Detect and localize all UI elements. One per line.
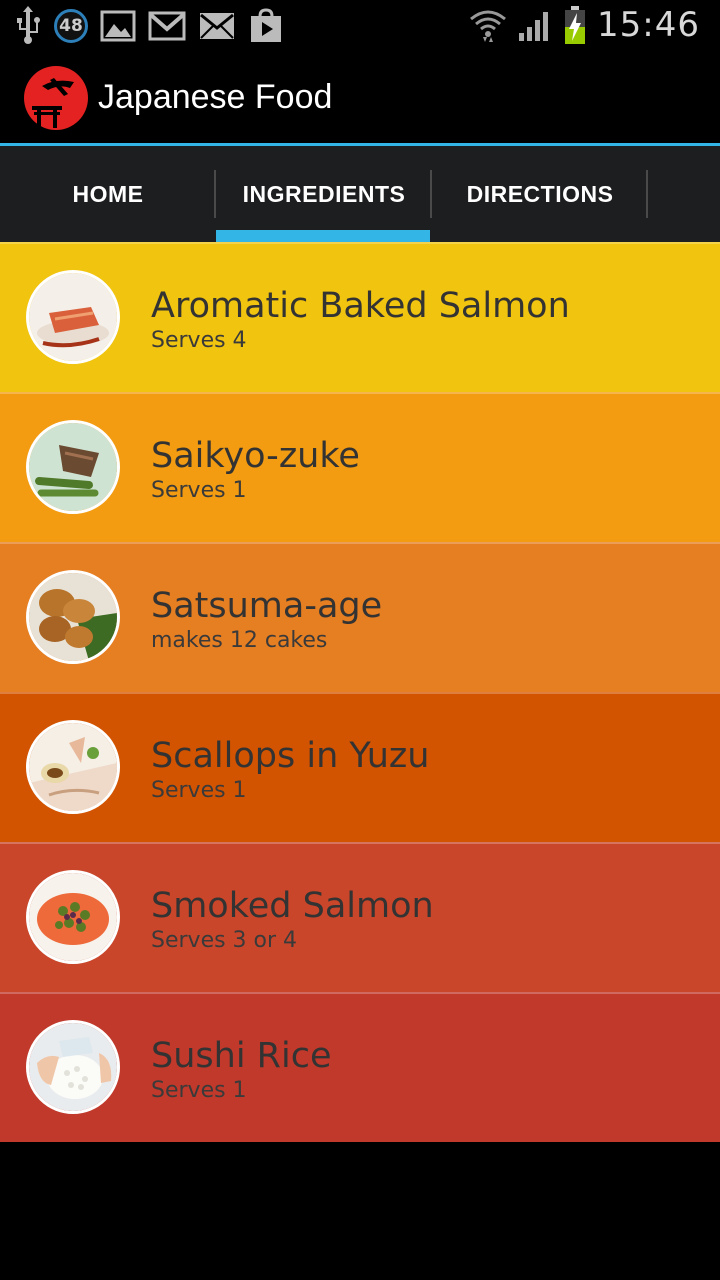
recipe-serves: Serves 1 (151, 778, 247, 803)
signal-icon (517, 7, 553, 43)
play-store-icon (248, 8, 284, 44)
mail-icon (198, 11, 236, 41)
tab-home[interactable]: HOME (0, 146, 216, 242)
recipe-serves: Serves 3 or 4 (151, 928, 298, 953)
notification-icons: 48 (14, 6, 284, 46)
recipe-row-satsuma-age[interactable]: Satsuma-age makes 12 cakes (0, 542, 720, 692)
recipe-thumbnail (26, 1020, 120, 1114)
recipe-serves: Serves 1 (151, 1078, 247, 1103)
recipe-title: Saikyo-zuke (151, 436, 360, 476)
recipe-serves: makes 12 cakes (151, 628, 328, 653)
clock: 15:46 (597, 5, 700, 45)
gmail-icon (148, 11, 186, 41)
recipe-list: Aromatic Baked Salmon Serves 4 Saikyo-zu… (0, 242, 720, 1142)
tab-divider (646, 170, 648, 218)
recipe-title: Satsuma-age (151, 586, 383, 626)
system-icons: 15:46 (469, 4, 700, 46)
badge-48-icon: 48 (54, 9, 88, 43)
recipe-title: Scallops in Yuzu (151, 736, 430, 776)
app-title: Japanese Food (98, 78, 333, 116)
action-bar: Japanese Food (0, 50, 720, 143)
wifi-icon (469, 7, 507, 43)
image-icon (100, 10, 136, 42)
status-bar: 48 15:46 (0, 0, 720, 50)
recipe-thumbnail (26, 870, 120, 964)
recipe-thumbnail (26, 420, 120, 514)
recipe-title: Sushi Rice (151, 1036, 332, 1076)
recipe-row-scallops-in-yuzu[interactable]: Scallops in Yuzu Serves 1 (0, 692, 720, 842)
recipe-row-aromatic-baked-salmon[interactable]: Aromatic Baked Salmon Serves 4 (0, 242, 720, 392)
recipe-thumbnail (26, 720, 120, 814)
selected-tab-indicator (216, 230, 430, 242)
recipe-thumbnail (26, 570, 120, 664)
recipe-row-saikyo-zuke[interactable]: Saikyo-zuke Serves 1 (0, 392, 720, 542)
recipe-title: Smoked Salmon (151, 886, 434, 926)
tab-ingredients[interactable]: INGREDIENTS (216, 146, 432, 242)
recipe-row-sushi-rice[interactable]: Sushi Rice Serves 1 (0, 992, 720, 1142)
tab-directions[interactable]: DIRECTIONS (432, 146, 648, 242)
recipe-row-smoked-salmon[interactable]: Smoked Salmon Serves 3 or 4 (0, 842, 720, 992)
tab-bar: HOME INGREDIENTS DIRECTIONS (0, 146, 720, 242)
battery-charging-icon (563, 5, 587, 45)
recipe-serves: Serves 1 (151, 478, 247, 503)
recipe-thumbnail (26, 270, 120, 364)
recipe-serves: Serves 4 (151, 328, 247, 353)
japanese-food-logo-icon[interactable] (24, 66, 88, 130)
recipe-title: Aromatic Baked Salmon (151, 286, 570, 326)
usb-icon (14, 6, 42, 46)
